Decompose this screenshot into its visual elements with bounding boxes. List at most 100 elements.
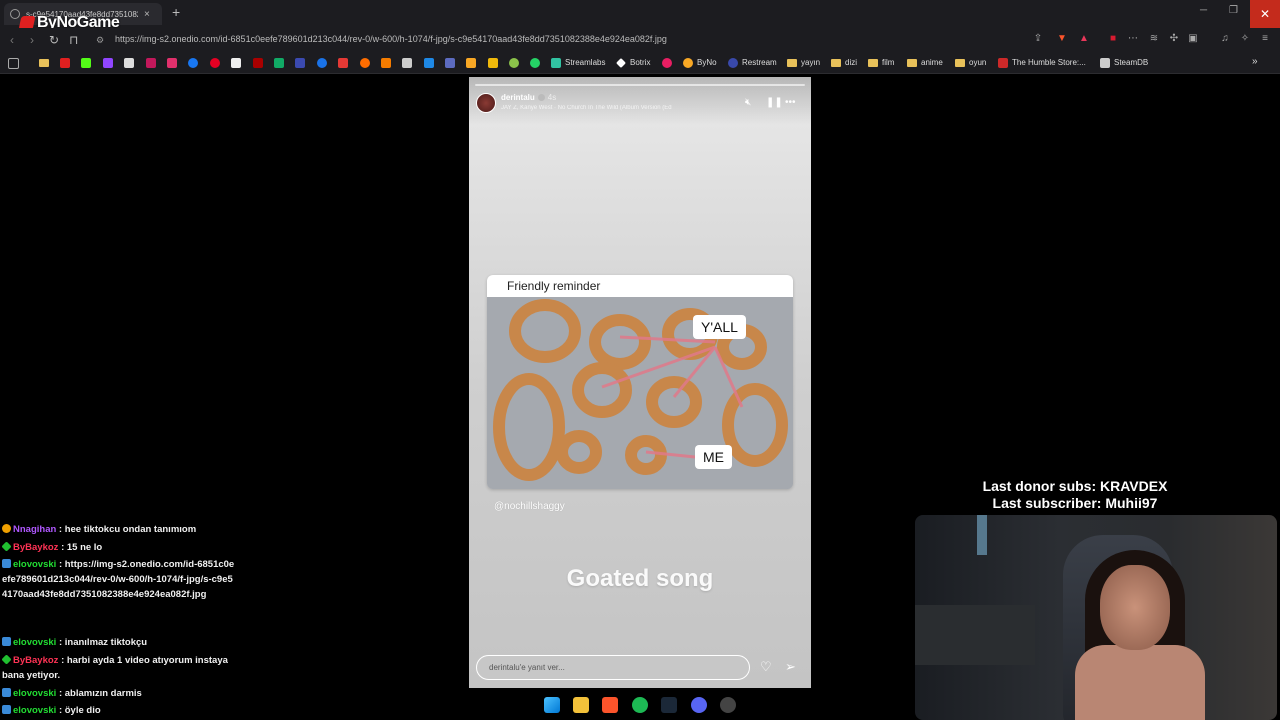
bookmark-icon[interactable]: ⊓ <box>69 33 78 47</box>
diamond-badge-icon <box>1 654 12 665</box>
site-icon-12[interactable] <box>662 58 672 68</box>
folder-icon[interactable] <box>907 59 917 67</box>
menu-icon[interactable]: ≡ <box>1259 33 1271 45</box>
folder-icon[interactable] <box>868 59 878 67</box>
bookmark-anime[interactable]: anime <box>921 58 943 67</box>
site-icon-6[interactable] <box>381 58 391 68</box>
new-tab-button[interactable]: + <box>172 4 180 20</box>
kick-icon[interactable] <box>81 58 91 68</box>
translate-icon[interactable]: ≋ <box>1148 33 1160 45</box>
whatsapp-icon[interactable] <box>530 58 540 68</box>
bookmark-streamlabs[interactable]: Streamlabs <box>565 58 605 67</box>
streamer-face <box>1100 565 1170 650</box>
story-username[interactable]: derintalu <box>501 93 535 102</box>
bookmark-yayin[interactable]: yayın <box>801 58 820 67</box>
brave-rewards-icon[interactable]: ▲ <box>1078 33 1090 45</box>
more-extensions-icon[interactable]: ⋯ <box>1127 33 1139 45</box>
facebook-icon[interactable] <box>188 58 198 68</box>
like-heart-icon[interactable]: ♡ <box>760 659 772 675</box>
site-icon-3[interactable] <box>317 58 327 68</box>
bookmark-dizi[interactable]: dizi <box>845 58 857 67</box>
site-icon-7[interactable] <box>402 58 412 68</box>
diamond-badge-icon <box>1 541 12 552</box>
extension-icon[interactable]: ■ <box>1107 33 1119 45</box>
file-explorer-icon[interactable] <box>573 697 589 713</box>
puzzle-icon[interactable]: ✣ <box>1168 33 1180 45</box>
avatar[interactable] <box>476 93 496 113</box>
chat-message: ByBaykoz : 15 ne lo <box>1 540 238 555</box>
bookmarks-overflow-icon[interactable]: » <box>1252 56 1258 67</box>
pinterest-icon[interactable] <box>210 58 220 68</box>
folder-icon[interactable] <box>787 59 797 67</box>
site-icon-9[interactable] <box>445 58 455 68</box>
bookmark-byno[interactable]: ByNo <box>697 58 717 67</box>
brave-shield-icon[interactable]: ▼ <box>1056 33 1068 45</box>
bluesky-icon[interactable] <box>295 58 305 68</box>
site-icon-5[interactable] <box>360 58 370 68</box>
send-icon[interactable]: ➢ <box>785 659 796 675</box>
instagram-icon[interactable] <box>167 58 177 68</box>
credit-handle: @nochillshaggy <box>494 501 565 512</box>
reload-icon[interactable]: ↻ <box>49 33 59 47</box>
mute-icon[interactable]: 🔇︎ <box>745 97 751 108</box>
tiktok-icon[interactable] <box>231 58 241 68</box>
close-window-button[interactable]: ✕ <box>1250 0 1280 28</box>
folder-icon[interactable] <box>39 59 49 67</box>
address-bar: ‹ › ↻ ⊓ ⚙ https://img-s2.onedio.com/id-6… <box>0 28 1280 52</box>
reply-input[interactable]: derintalu'e yanıt ver... <box>476 655 750 680</box>
share-icon[interactable]: ⇪ <box>1032 33 1044 45</box>
bookmark-restream[interactable]: Restream <box>742 58 777 67</box>
site-icon[interactable] <box>253 58 263 68</box>
steam-icon[interactable] <box>661 697 677 713</box>
bookmark-humble-store[interactable]: The Humble Store:... <box>1012 58 1086 67</box>
steamdb-icon[interactable] <box>1100 58 1110 68</box>
x-icon[interactable] <box>124 58 134 68</box>
byno-icon[interactable] <box>683 58 693 68</box>
label-me: ME <box>695 445 732 469</box>
windows-start-icon[interactable] <box>544 697 560 713</box>
obs-icon[interactable] <box>720 697 736 713</box>
folder-icon[interactable] <box>955 59 965 67</box>
humble-icon[interactable] <box>998 58 1008 68</box>
leo-icon[interactable]: ✧ <box>1239 33 1251 45</box>
media-icon[interactable]: ♫ <box>1219 33 1231 45</box>
site-icon-4[interactable] <box>338 58 348 68</box>
bookmarks-bar: Streamlabs Botrix ByNo Restream yayın di… <box>0 52 1280 74</box>
story-music[interactable]: JAY Z, Kanye West · No Church In The Wil… <box>501 105 741 111</box>
story-time: 4s <box>547 93 557 102</box>
restore-button[interactable]: ❐ <box>1229 5 1238 16</box>
bookmark-botrix[interactable]: Botrix <box>630 58 650 67</box>
pause-icon[interactable]: ❚❚ <box>766 97 783 108</box>
minimize-button[interactable]: ─ <box>1200 5 1207 16</box>
story-user[interactable]: derintalu 4s <box>501 93 556 102</box>
instagram-story[interactable]: derintalu 4s JAY Z, Kanye West · No Churc… <box>469 77 811 688</box>
brave-browser-icon[interactable] <box>602 697 618 713</box>
youtube-icon[interactable] <box>60 58 70 68</box>
sidebar-icon[interactable]: ▣ <box>1187 33 1199 45</box>
binance-icon[interactable] <box>488 58 498 68</box>
site-icon-2[interactable] <box>274 58 284 68</box>
chat-username: ByBaykoz <box>13 655 59 666</box>
bookmark-oyun[interactable]: oyun <box>969 58 986 67</box>
botrix-icon[interactable] <box>616 58 626 68</box>
more-options-icon[interactable]: ••• <box>785 97 796 108</box>
chat-text: : inanılmaz tiktokçu <box>58 637 148 648</box>
back-icon[interactable]: ‹ <box>10 33 14 47</box>
restream-icon[interactable] <box>728 58 738 68</box>
apps-grid-icon[interactable] <box>8 58 19 69</box>
site-icon-8[interactable] <box>424 58 434 68</box>
forward-icon[interactable]: › <box>30 33 34 47</box>
site-icon-10[interactable] <box>466 58 476 68</box>
folder-icon[interactable] <box>831 59 841 67</box>
tab-close-icon[interactable]: × <box>144 9 150 20</box>
site-info-icon[interactable]: ⚙ <box>96 35 104 46</box>
twitch-icon[interactable] <box>103 58 113 68</box>
app-icon[interactable] <box>146 58 156 68</box>
url-field[interactable]: https://img-s2.onedio.com/id-6851c0eefe7… <box>115 34 667 44</box>
site-icon-11[interactable] <box>509 58 519 68</box>
spotify-icon[interactable] <box>632 697 648 713</box>
discord-icon[interactable] <box>691 697 707 713</box>
streamlabs-icon[interactable] <box>551 58 561 68</box>
bookmark-film[interactable]: film <box>882 58 894 67</box>
bookmark-steamdb[interactable]: SteamDB <box>1114 58 1148 67</box>
